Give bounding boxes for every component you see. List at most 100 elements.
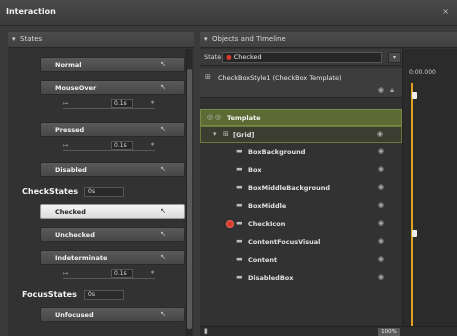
add-icon[interactable]: ▮ bbox=[204, 327, 208, 335]
record-icon bbox=[226, 220, 234, 228]
tree-row-element[interactable]: ▬ ContentFocusVisual ◉ bbox=[200, 234, 402, 251]
state-row-unfocused[interactable]: Unfocused ↖ bbox=[40, 307, 185, 322]
tree-row-element[interactable]: ▬ DisabledBox ◉ bbox=[200, 270, 402, 287]
transition-duration[interactable]: 0.1s bbox=[111, 269, 133, 278]
scrollbar-thumb[interactable] bbox=[187, 69, 192, 329]
easing-icon[interactable]: ∗ bbox=[150, 141, 155, 148]
tree-item-name: BoxMiddle bbox=[248, 202, 287, 210]
state-label: Normal bbox=[55, 61, 82, 69]
states-scrollbar[interactable] bbox=[186, 49, 192, 336]
eye-icon[interactable]: ◉ bbox=[378, 147, 384, 155]
rectangle-icon: ▬ bbox=[236, 165, 243, 173]
cursor-icon: ↖ bbox=[160, 207, 166, 215]
transition-row[interactable]: ↦ 0.1s ∗ bbox=[63, 268, 155, 279]
eye-icon[interactable]: ◉ bbox=[378, 255, 384, 263]
tree-row-element[interactable]: ▬ BoxBackground ◉ bbox=[200, 144, 402, 161]
states-panel: ▾ States Normal ↖ MouseOver ↖ ↦ 0.1s ∗ P… bbox=[8, 32, 194, 336]
state-label: Disabled bbox=[55, 166, 87, 174]
state-row-disabled[interactable]: Disabled ↖ bbox=[40, 162, 185, 177]
transition-row[interactable]: ↦ 0.1s ∗ bbox=[63, 140, 155, 151]
rectangle-icon: ▬ bbox=[236, 237, 243, 245]
tree-item-name: Box bbox=[248, 166, 262, 174]
keyframe[interactable] bbox=[412, 92, 417, 99]
arrow-icon[interactable]: ↖ bbox=[160, 230, 166, 238]
transition-duration[interactable]: 0.1s bbox=[111, 99, 133, 108]
states-panel-header: ▾ States bbox=[8, 32, 194, 48]
record-indicator-icon: ● bbox=[226, 53, 232, 61]
focusstates-group-name: FocusStates bbox=[22, 290, 77, 299]
state-row-unchecked[interactable]: Unchecked ↖ bbox=[40, 227, 185, 242]
window-title: Interaction bbox=[6, 7, 56, 16]
content-presenter-icon: ▬ bbox=[236, 255, 243, 263]
lock-icon[interactable]: 🔒︎ bbox=[390, 86, 394, 95]
close-icon[interactable]: × bbox=[442, 7, 449, 16]
state-combo-value: Checked bbox=[233, 53, 262, 61]
panel-footer: ▮ 100% bbox=[200, 326, 457, 336]
objects-panel-header: ▾ Objects and Timeline bbox=[200, 32, 457, 48]
expand-icon[interactable]: ◎ bbox=[207, 113, 213, 121]
eye-icon[interactable]: ◉ bbox=[377, 130, 383, 138]
transition-row[interactable]: ↦ 0.1s ∗ bbox=[63, 98, 155, 109]
template-icon: ◎ bbox=[215, 113, 222, 121]
tree-row-template[interactable]: ◎ ◎ Template bbox=[200, 109, 402, 126]
eye-icon[interactable]: ◉ bbox=[378, 165, 384, 173]
checkstates-default-transition[interactable]: 0s bbox=[84, 187, 124, 197]
arrow-icon[interactable]: ↖ bbox=[160, 310, 166, 318]
arrow-icon[interactable]: ↖ bbox=[160, 83, 166, 91]
state-label: Indeterminate bbox=[55, 254, 108, 262]
easing-icon[interactable]: ∗ bbox=[150, 269, 155, 276]
tree-item-name: [Grid] bbox=[233, 131, 255, 139]
tree-row-grid[interactable]: ▾ ⊞ [Grid] ◉ bbox=[200, 126, 402, 143]
timeline-time: 0:00.000 bbox=[409, 69, 436, 76]
template-root-title: CheckBoxStyle1 (CheckBox Template) bbox=[218, 74, 342, 82]
keyframe[interactable] bbox=[412, 230, 417, 237]
state-combo[interactable]: ● Checked bbox=[222, 52, 382, 63]
collapse-icon[interactable]: ▾ bbox=[12, 35, 16, 43]
tree-item-name: ContentFocusVisual bbox=[248, 238, 321, 246]
eye-icon[interactable]: ◉ bbox=[378, 273, 384, 281]
tree-row-element[interactable]: ▬ Box ◉ bbox=[200, 162, 402, 179]
state-label: Pressed bbox=[55, 126, 85, 134]
eye-icon[interactable]: ◉ bbox=[378, 219, 384, 227]
tree-row-element[interactable]: ▬ BoxMiddleBackground ◉ bbox=[200, 180, 402, 197]
tree-row-element[interactable]: ▬ BoxMiddle ◉ bbox=[200, 198, 402, 215]
playhead[interactable] bbox=[411, 83, 413, 326]
eye-icon[interactable]: ◉ bbox=[378, 86, 384, 94]
eye-icon[interactable]: ◉ bbox=[378, 237, 384, 245]
state-row-pressed[interactable]: Pressed ↖ bbox=[40, 122, 185, 137]
back-icon[interactable]: ⊞ bbox=[205, 73, 211, 81]
transition-icon: ↦ bbox=[63, 142, 69, 149]
transition-duration[interactable]: 0.1s bbox=[111, 141, 133, 150]
zoom-level[interactable]: 100% bbox=[378, 328, 400, 336]
tree-row-element-recording[interactable]: ▬ CheckIcon ◉ bbox=[200, 216, 402, 233]
rectangle-icon: ▬ bbox=[236, 147, 243, 155]
tree-root-header: ⊞ CheckBoxStyle1 (CheckBox Template) ◉ 🔒… bbox=[200, 68, 402, 98]
expand-icon[interactable]: ▾ bbox=[213, 130, 217, 138]
tree-item-name: BoxMiddleBackground bbox=[248, 184, 330, 192]
tree-item-name: Template bbox=[227, 114, 261, 122]
rectangle-icon: ▬ bbox=[236, 273, 243, 281]
tree-row-element[interactable]: ▬ Content ◉ bbox=[200, 252, 402, 269]
easing-icon[interactable]: ∗ bbox=[150, 99, 155, 106]
state-row-normal[interactable]: Normal ↖ bbox=[40, 57, 185, 72]
state-label: State: bbox=[204, 53, 224, 61]
state-label: Checked bbox=[55, 208, 86, 216]
state-label: Unchecked bbox=[55, 231, 95, 239]
eye-icon[interactable]: ◉ bbox=[378, 201, 384, 209]
arrow-icon[interactable]: ↖ bbox=[160, 253, 166, 261]
options-icon[interactable]: ▾ bbox=[388, 52, 401, 63]
tree-item-name: CheckIcon bbox=[248, 220, 286, 228]
eye-icon[interactable]: ◉ bbox=[378, 183, 384, 191]
timeline[interactable]: 0:00.000 bbox=[402, 49, 457, 326]
arrow-icon[interactable]: ↖ bbox=[160, 165, 166, 173]
path-icon: ▬ bbox=[236, 219, 243, 227]
state-label: Unfocused bbox=[55, 311, 94, 319]
arrow-icon[interactable]: ↖ bbox=[160, 60, 166, 68]
arrow-icon[interactable]: ↖ bbox=[160, 125, 166, 133]
state-row-indeterminate[interactable]: Indeterminate ↖ bbox=[40, 250, 185, 265]
collapse-icon[interactable]: ▾ bbox=[204, 35, 208, 43]
state-row-checked[interactable]: Checked ↖ bbox=[40, 204, 185, 219]
grid-icon: ⊞ bbox=[223, 130, 229, 138]
focusstates-default-transition[interactable]: 0s bbox=[84, 290, 124, 300]
state-row-mouseover[interactable]: MouseOver ↖ bbox=[40, 80, 185, 95]
